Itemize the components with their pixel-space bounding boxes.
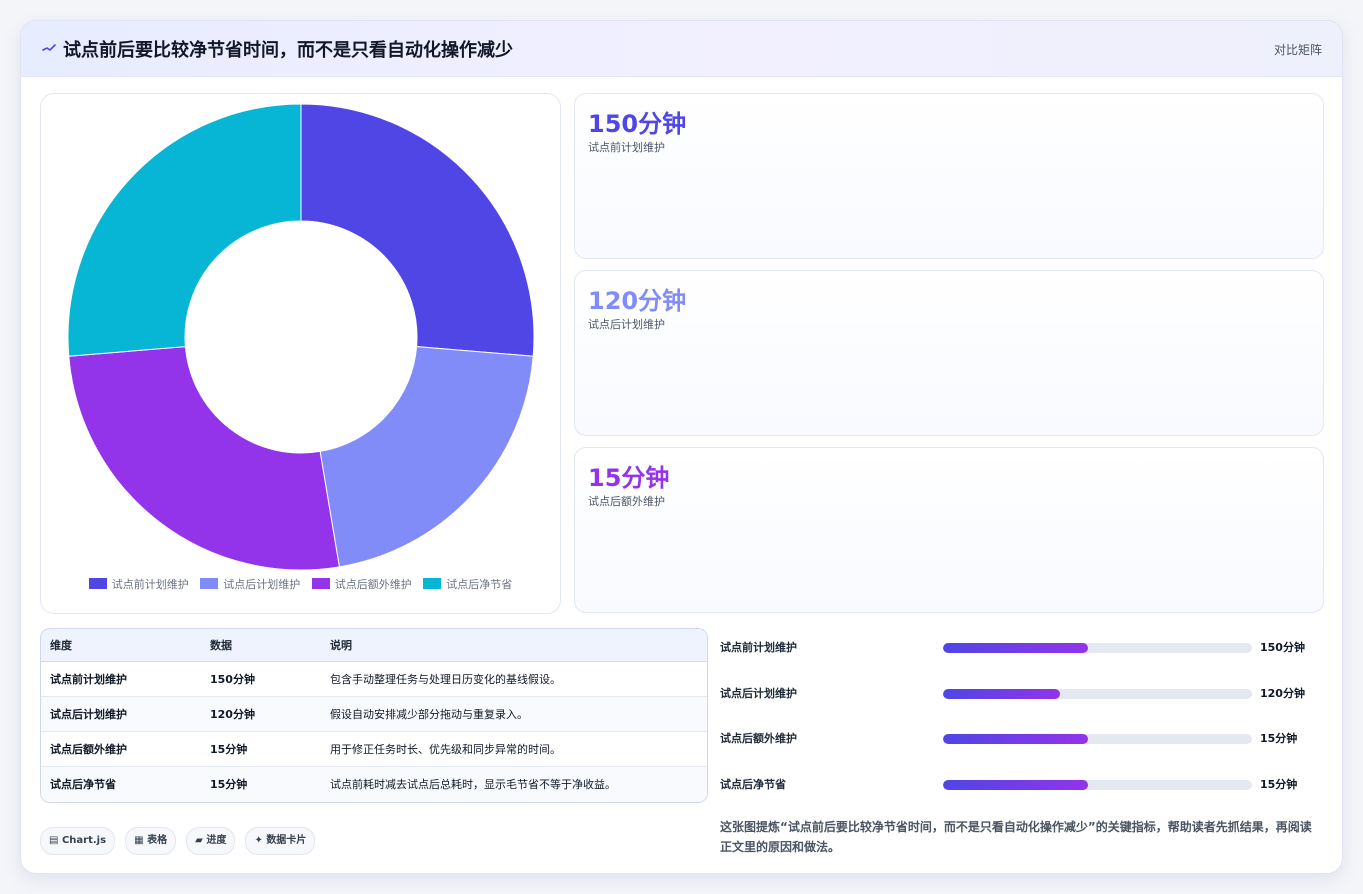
table-row: 试点后计划维护 120分钟 假设自动安排减少部分拖动与重复录入。 [41, 696, 707, 732]
progress-icon: ▰ [195, 835, 207, 846]
donut-chart-panel: 试点前计划维护 试点后计划维护 试点后额外维护 试点后净节省 [40, 93, 561, 614]
progress-track [943, 643, 1252, 653]
legend-item[interactable]: 试点后额外维护 [311, 576, 412, 592]
column-header: 说明 [321, 629, 707, 662]
progress-label: 试点后净节省 [720, 778, 786, 791]
kpi-card: 15分钟 试点后额外维护 [574, 447, 1324, 613]
header: 试点前后要比较净节省时间，而不是只看自动化操作减少 对比矩阵 [21, 21, 1342, 77]
legend-swatch [311, 578, 330, 589]
progress-value: 120分钟 [1260, 687, 1305, 700]
legend-item[interactable]: 试点后计划维护 [200, 576, 300, 592]
summary-text: 这张图提炼“试点前后要比较净节省时间，而不是只看自动化操作减少”的关键指标，帮助… [720, 820, 1312, 854]
progress-value: 150分钟 [1260, 641, 1305, 654]
column-header: 数据 [201, 629, 321, 662]
donut-slice-4[interactable] [67, 103, 302, 357]
progress-value: 15分钟 [1260, 778, 1298, 791]
donut-slice-1[interactable] [300, 103, 535, 357]
kpi-card: 120分钟 试点后计划维护 [574, 270, 1324, 436]
tag-list: ▤ Chart.js ▦ 表格 ▰ 进度 ✦ 数据卡片 [40, 827, 320, 855]
dashboard-card: 试点前后要比较净节省时间，而不是只看自动化操作减少 对比矩阵 试点前计划维护 试… [20, 20, 1343, 874]
chart-legend: 试点前计划维护 试点后计划维护 试点后额外维护 试点后净节省 [41, 576, 560, 592]
sparkline-icon [42, 44, 56, 52]
tag-progress[interactable]: ▰ 进度 [186, 827, 236, 855]
legend-label: 试点后计划维护 [223, 578, 301, 591]
progress-row: 试点后计划维护 120分钟 [720, 683, 1320, 703]
compare-matrix-link[interactable]: 对比矩阵 [1274, 41, 1322, 58]
legend-swatch [88, 578, 107, 589]
progress-track [943, 780, 1252, 790]
kpi-value: 15分钟 [588, 464, 670, 492]
table-cell: 包含手动整理任务与处理日历变化的基线假设。 [321, 661, 707, 697]
table-cell: 试点前计划维护 [41, 661, 201, 697]
donut-slice-3[interactable] [68, 346, 340, 571]
table-icon: ▦ [134, 835, 148, 846]
kpi-label: 试点前计划维护 [588, 141, 665, 154]
progress-row: 试点前计划维护 150分钟 [720, 637, 1320, 657]
table-cell: 用于修正任务时长、优先级和同步异常的时间。 [321, 731, 707, 767]
donut-slice-2[interactable] [319, 346, 534, 568]
table-cell: 15分钟 [201, 766, 321, 801]
table-cell: 试点后计划维护 [41, 696, 201, 732]
progress-fill [943, 643, 1089, 653]
legend-item[interactable]: 试点后净节省 [423, 576, 512, 592]
table-row: 试点后净节省 15分钟 试点前耗时减去试点后总耗时，显示毛节省不等于净收益。 [41, 766, 707, 801]
progress-label: 试点后计划维护 [720, 687, 797, 700]
legend-item[interactable]: 试点前计划维护 [88, 576, 189, 592]
tag-chartjs[interactable]: ▤ Chart.js [40, 827, 116, 855]
progress-fill [943, 734, 1089, 744]
progress-label: 试点后额外维护 [720, 732, 797, 745]
chart-icon: ▤ [49, 835, 62, 846]
table-cell: 150分钟 [201, 661, 321, 697]
table-cell: 15分钟 [201, 731, 321, 767]
progress-row: 试点后净节省 15分钟 [720, 774, 1320, 794]
table-row: 试点后额外维护 15分钟 用于修正任务时长、优先级和同步异常的时间。 [41, 731, 707, 767]
legend-swatch [423, 578, 442, 589]
sparkle-icon: ✦ [254, 835, 267, 846]
table-cell: 120分钟 [201, 696, 321, 732]
legend-label: 试点后额外维护 [334, 578, 412, 591]
progress-fill [943, 780, 1089, 790]
table-cell: 试点后额外维护 [41, 731, 201, 767]
legend-label: 试点前计划维护 [111, 578, 189, 591]
kpi-value: 150分钟 [588, 110, 687, 138]
kpi-label: 试点后额外维护 [588, 495, 665, 508]
table-cell: 试点前耗时减去试点后总耗时，显示毛节省不等于净收益。 [321, 766, 707, 801]
page-title: 试点前后要比较净节省时间，而不是只看自动化操作减少 [63, 40, 513, 61]
kpi-card: 150分钟 试点前计划维护 [574, 93, 1324, 259]
kpi-value: 120分钟 [588, 287, 687, 315]
progress-track [943, 734, 1252, 744]
table-header-row: 维度 数据 说明 [41, 629, 707, 662]
legend-swatch [200, 578, 219, 589]
progress-label: 试点前计划维护 [720, 641, 797, 654]
donut-chart [67, 103, 535, 571]
data-table: 维度 数据 说明 试点前计划维护 150分钟 包含手动整理任务与处理日历变化的基… [40, 628, 708, 803]
progress-track [943, 689, 1252, 699]
table-cell: 试点后净节省 [41, 766, 201, 801]
tag-data-cards[interactable]: ✦ 数据卡片 [245, 827, 316, 855]
progress-row: 试点后额外维护 15分钟 [720, 728, 1320, 748]
legend-label: 试点后净节省 [446, 578, 513, 591]
tag-table[interactable]: ▦ 表格 [125, 827, 177, 855]
progress-value: 15分钟 [1260, 732, 1298, 745]
table-row: 试点前计划维护 150分钟 包含手动整理任务与处理日历变化的基线假设。 [41, 661, 707, 697]
column-header: 维度 [41, 629, 201, 662]
progress-fill [943, 689, 1061, 699]
table-cell: 假设自动安排减少部分拖动与重复录入。 [321, 696, 707, 732]
kpi-label: 试点后计划维护 [588, 318, 665, 331]
